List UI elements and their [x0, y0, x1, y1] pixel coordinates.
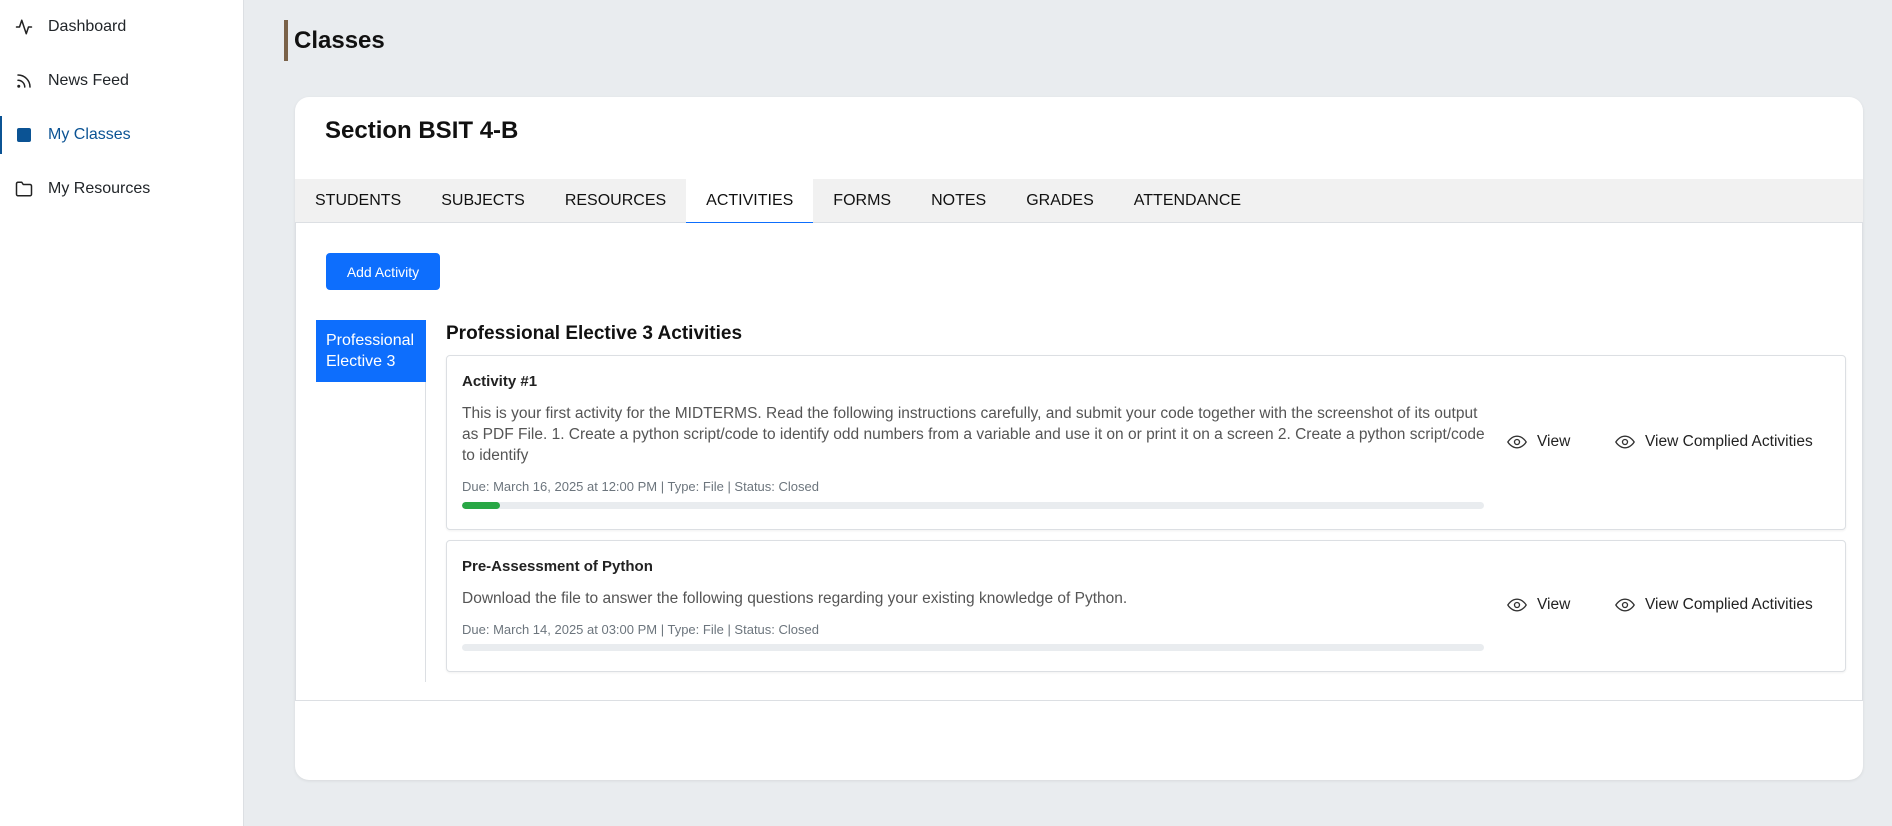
tab-students[interactable]: STUDENTS	[295, 179, 421, 223]
view-button-label: View	[1537, 433, 1571, 450]
sidebar-item-my-resources[interactable]: My Resources	[0, 162, 243, 216]
activity-meta: Due: March 14, 2025 at 03:00 PM | Type: …	[462, 622, 819, 637]
eye-icon	[1507, 597, 1529, 613]
sidebar-item-label: News Feed	[48, 72, 129, 89]
activity-description: Download the file to answer the followin…	[462, 590, 1128, 607]
activity-card: Pre-Assessment of Python Download the fi…	[446, 540, 1846, 672]
folder-icon	[14, 179, 34, 199]
view-complied-label: View Complied Activities	[1645, 596, 1813, 613]
view-button[interactable]: View	[1507, 596, 1570, 614]
sidebar-item-label: My Resources	[48, 180, 151, 197]
view-complied-activities-button[interactable]: View Complied Activities	[1615, 433, 1813, 451]
eye-icon	[1615, 434, 1637, 450]
eye-icon	[1507, 434, 1529, 450]
sidebar-item-label: My Classes	[48, 126, 131, 143]
tab-bar: STUDENTS SUBJECTS RESOURCES ACTIVITIES F…	[295, 179, 1863, 224]
subject-list: Professional Elective 3	[316, 320, 426, 682]
sidebar: Dashboard News Feed My Classes My Resour…	[0, 0, 244, 826]
activity-progress-bar	[462, 644, 1484, 651]
square-icon	[14, 125, 34, 145]
tab-attendance[interactable]: ATTENDANCE	[1114, 179, 1261, 223]
tab-resources[interactable]: RESOURCES	[545, 179, 686, 223]
add-activity-button[interactable]: Add Activity	[326, 253, 440, 290]
tab-notes[interactable]: NOTES	[911, 179, 1006, 223]
page-title: Classes	[284, 20, 385, 61]
view-button-label: View	[1537, 596, 1571, 613]
rss-icon	[14, 71, 34, 91]
activity-title: Activity #1	[462, 373, 538, 390]
sidebar-item-my-classes[interactable]: My Classes	[0, 108, 243, 162]
activity-meta: Due: March 16, 2025 at 12:00 PM | Type: …	[462, 479, 819, 494]
tab-grades[interactable]: GRADES	[1006, 179, 1114, 223]
activities-panel: Add Activity Professional Elective 3 Pro…	[295, 223, 1863, 701]
eye-icon	[1615, 597, 1637, 613]
activity-description: This is your first activity for the MIDT…	[462, 405, 1485, 464]
activities-heading: Professional Elective 3 Activities	[446, 323, 743, 344]
subject-item-professional-elective-3[interactable]: Professional Elective 3	[316, 320, 426, 382]
tab-forms[interactable]: FORMS	[813, 179, 911, 223]
activity-progress-bar	[462, 502, 1484, 509]
activities-list: Professional Elective 3 Activities Activ…	[446, 320, 1846, 682]
activity-icon	[14, 17, 34, 37]
tab-subjects[interactable]: SUBJECTS	[421, 179, 545, 223]
sidebar-item-dashboard[interactable]: Dashboard	[0, 0, 243, 54]
view-button[interactable]: View	[1507, 433, 1570, 451]
class-card: Section BSIT 4-B STUDENTS SUBJECTS RESOU…	[295, 97, 1863, 780]
activity-progress-fill	[462, 502, 500, 509]
activity-card: Activity #1 This is your first activity …	[446, 355, 1846, 530]
tab-activities[interactable]: ACTIVITIES	[686, 179, 814, 224]
sidebar-item-news-feed[interactable]: News Feed	[0, 54, 243, 108]
view-complied-activities-button[interactable]: View Complied Activities	[1615, 596, 1813, 614]
activity-title: Pre-Assessment of Python	[462, 558, 653, 575]
view-complied-label: View Complied Activities	[1645, 433, 1813, 450]
section-title: Section BSIT 4-B	[325, 117, 519, 144]
sidebar-item-label: Dashboard	[48, 18, 127, 35]
